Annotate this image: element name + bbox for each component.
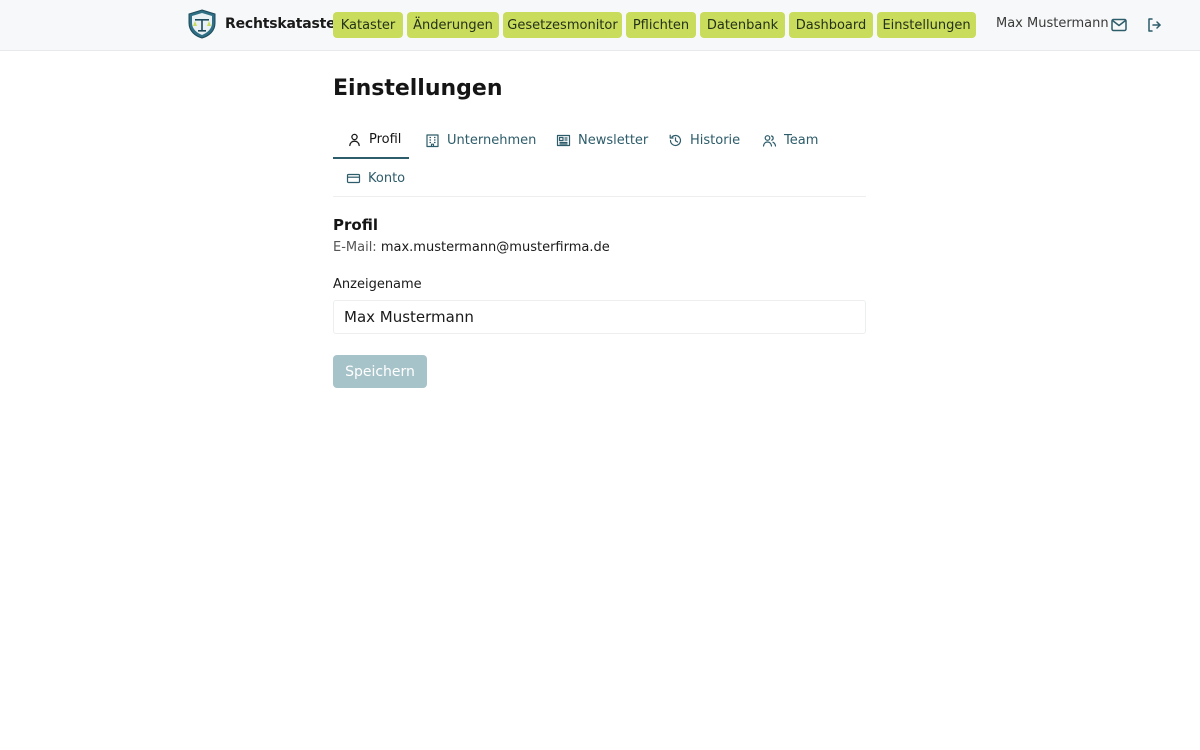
display-name-input[interactable] (333, 300, 866, 334)
tab-label: Historie (690, 132, 741, 148)
nav-item-kataster[interactable]: Kataster (333, 12, 403, 38)
tab-profil[interactable]: Profil (333, 121, 409, 159)
mail-icon[interactable] (1110, 16, 1128, 34)
tab-newsletter[interactable]: Newsletter (556, 121, 648, 159)
tab-label: Unternehmen (447, 132, 537, 148)
history-icon (668, 133, 683, 148)
email-line: E-Mail: max.mustermann@musterfirma.de (333, 240, 610, 255)
tab-label: Newsletter (578, 132, 649, 148)
current-user-name[interactable]: Max Mustermann (996, 16, 1109, 31)
email-value: max.mustermann@musterfirma.de (380, 240, 610, 255)
brand[interactable]: Rechtskataster (186, 9, 342, 39)
tab-unternehmen[interactable]: Unternehmen (425, 121, 536, 159)
tab-historie[interactable]: Historie (668, 121, 740, 159)
email-label: E-Mail: (333, 240, 377, 255)
brand-name: Rechtskataster (225, 16, 343, 32)
save-button[interactable]: Speichern (333, 355, 427, 388)
user-icon (347, 132, 362, 147)
tab-team[interactable]: Team (762, 121, 818, 159)
nav-item-gesetzesmonitor[interactable]: Gesetzesmonitor (503, 12, 622, 38)
team-icon (762, 133, 777, 148)
nav-item-datenbank[interactable]: Datenbank (700, 12, 785, 38)
shield-logo-icon (186, 9, 218, 39)
nav-item-dashboard[interactable]: Dashboard (789, 12, 873, 38)
tab-label: Profil (369, 131, 402, 147)
logout-icon[interactable] (1145, 16, 1163, 34)
nav-item-aenderungen[interactable]: Änderungen (407, 12, 499, 38)
tabs-divider (333, 196, 866, 197)
top-navigation-bar: Rechtskataster Kataster Änderungen Geset… (0, 0, 1200, 51)
nav-item-pflichten[interactable]: Pflichten (626, 12, 696, 38)
building-icon (425, 133, 440, 148)
tab-konto[interactable]: Konto (346, 159, 405, 197)
tab-label: Konto (368, 170, 406, 186)
newspaper-icon (556, 133, 571, 148)
display-name-label: Anzeigename (333, 277, 422, 292)
section-title: Profil (333, 216, 378, 234)
credit-card-icon (346, 171, 361, 186)
nav-item-einstellungen[interactable]: Einstellungen (877, 12, 976, 38)
page-title: Einstellungen (333, 76, 503, 101)
tab-label: Team (784, 132, 819, 148)
